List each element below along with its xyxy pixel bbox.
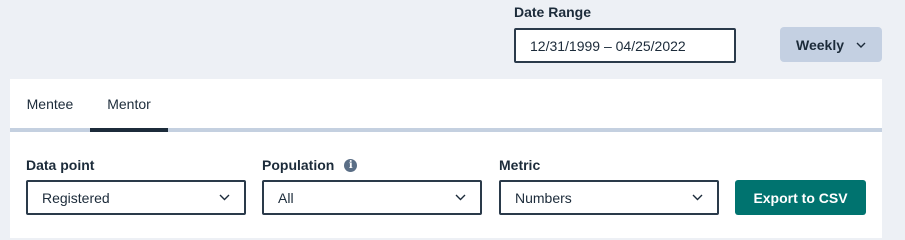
metric-value: Numbers [515, 189, 572, 206]
population-label-text: Population [262, 157, 335, 173]
chevron-down-icon [219, 194, 230, 201]
tab-bar: Mentee Mentor [10, 79, 882, 132]
tab-mentee[interactable]: Mentee [10, 79, 90, 132]
active-tab-indicator [90, 128, 168, 132]
date-range-value: 12/31/1999 – 04/25/2022 [530, 37, 686, 54]
metric-select[interactable]: Numbers [499, 180, 719, 215]
population-select[interactable]: All [262, 180, 482, 215]
metric-label-text: Metric [499, 157, 541, 173]
tab-mentee-label: Mentee [26, 95, 74, 112]
report-panel: Mentee Mentor Data point Registered Popu… [10, 79, 882, 238]
analytics-page: Date Range 12/31/1999 – 04/25/2022 Weekl… [0, 0, 905, 238]
data-point-label: Data point [26, 157, 94, 173]
chevron-down-icon [455, 194, 466, 201]
date-range-label: Date Range [514, 4, 592, 20]
population-value: All [278, 189, 294, 206]
chevron-down-icon [856, 42, 866, 48]
interval-selected-label: Weekly [796, 36, 844, 53]
tab-mentor[interactable]: Mentor [90, 79, 168, 132]
population-label: Population i [262, 157, 358, 173]
interval-dropdown-button[interactable]: Weekly [780, 27, 882, 62]
tab-mentor-label: Mentor [107, 95, 151, 112]
export-csv-button[interactable]: Export to CSV [735, 180, 866, 215]
data-point-select[interactable]: Registered [26, 180, 246, 215]
date-range-input[interactable]: 12/31/1999 – 04/25/2022 [514, 28, 736, 63]
metric-label: Metric [499, 157, 540, 173]
info-icon[interactable]: i [344, 158, 358, 172]
data-point-label-text: Data point [26, 157, 95, 173]
chevron-down-icon [692, 194, 703, 201]
data-point-value: Registered [42, 189, 110, 206]
